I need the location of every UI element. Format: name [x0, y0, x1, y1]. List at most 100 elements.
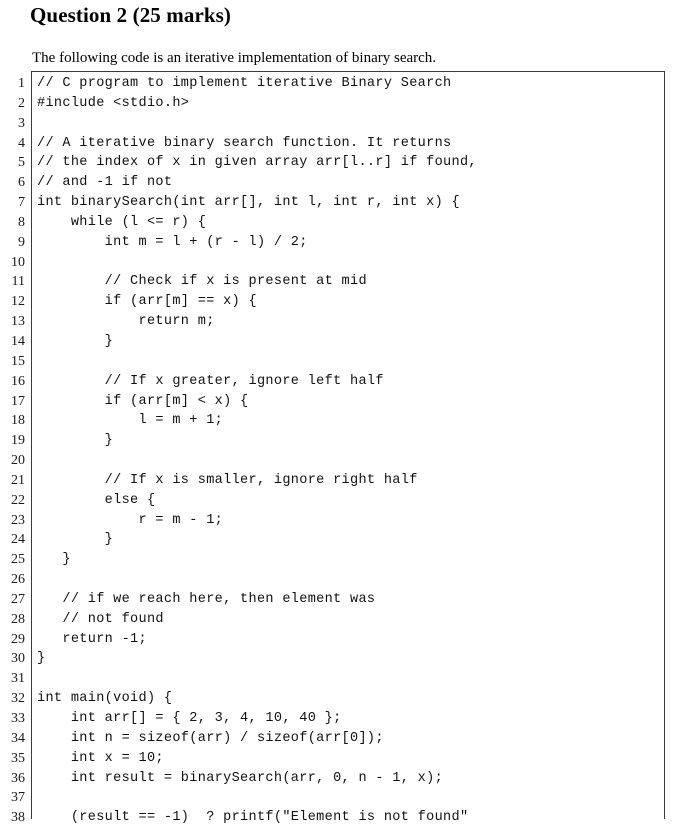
code-line-text: int x = 10; [37, 750, 164, 766]
code-line: 25 } [0, 550, 676, 570]
code-line: 21 // If x is smaller, ignore right half [0, 471, 676, 491]
code-line: 37 [0, 788, 676, 808]
code-line-number: 33 [11, 711, 25, 726]
code-line: 11 // Check if x is present at mid [0, 272, 676, 292]
code-line-number: 30 [11, 651, 25, 667]
code-line: 6 // and -1 if not [0, 173, 676, 193]
code-line-number: 3 [18, 115, 25, 131]
code-line-number: 21 [11, 472, 25, 488]
code-line: 13 return m; [0, 312, 676, 332]
code-line-number: 36 [11, 770, 25, 786]
code-line-number: 16 [11, 373, 25, 389]
code-line-number: 14 [11, 333, 25, 349]
code-line-text: } [37, 433, 114, 449]
code-line-number: 7 [18, 195, 25, 211]
code-line-number: 19 [11, 433, 25, 449]
code-line-number: 24 [11, 532, 25, 548]
code-line: 30} [0, 649, 676, 669]
code-line: 3 [0, 114, 676, 134]
code-line-text: (result == -1) ? printf("Element is not … [37, 810, 469, 826]
code-line: 22 else { [0, 491, 676, 511]
code-line-number: 4 [18, 135, 25, 151]
code-line-text: // Check if x is present at mid [37, 274, 367, 290]
code-line: 27 // if we reach here, then element was [0, 590, 676, 610]
code-listing: 1 // C program to implement iterative Bin… [0, 71, 676, 828]
code-line-number: 17 [11, 393, 25, 409]
code-line-number: 28 [11, 611, 25, 627]
code-line-text: } [37, 552, 71, 568]
code-line: 35 int x = 10; [0, 749, 676, 769]
code-line-text: // C program to implement iterative Bina… [37, 76, 452, 91]
code-line-text: } [37, 651, 46, 667]
code-line-text: int main(void) { [37, 691, 173, 707]
code-line-text: int n = sizeof(arr) / sizeof(arr[0]); [37, 730, 384, 746]
intro-paragraph: The following code is an iterative imple… [32, 50, 437, 66]
code-line: 31 [0, 669, 676, 689]
code-line-number: 9 [18, 234, 25, 250]
code-line-text: l = m + 1; [37, 413, 224, 429]
code-line-number: 34 [11, 730, 25, 746]
code-line-number: 18 [11, 413, 25, 429]
code-line-text: // if we reach here, then element was [37, 591, 376, 607]
code-line-text: } [37, 532, 114, 548]
code-line: 23 r = m - 1; [0, 511, 676, 531]
code-line: 24 } [0, 530, 676, 550]
code-line-number: 27 [11, 591, 25, 607]
code-line-text: // If x greater, ignore left half [37, 373, 384, 389]
code-line-number: 1 [18, 76, 25, 91]
code-line-text: // not found [37, 611, 164, 627]
code-line-number: 8 [18, 214, 25, 230]
code-line: 1 // C program to implement iterative Bin… [0, 74, 676, 94]
code-line-number: 25 [11, 552, 25, 568]
code-line-text: return m; [37, 314, 215, 330]
code-line: 7 int binarySearch(int arr[], int l, int … [0, 193, 676, 213]
code-line-text: if (arr[m] < x) { [37, 393, 249, 409]
code-line: 36 int result = binarySearch(arr, 0, n -… [0, 769, 676, 789]
code-line-number: 23 [11, 512, 25, 528]
code-line-number: 22 [11, 492, 25, 508]
code-line-number: 29 [11, 631, 25, 647]
code-line: 15 [0, 352, 676, 372]
page-title: Question 2 (25 marks) [30, 3, 232, 27]
document-page: Question 2 (25 marks) The following code… [0, 0, 676, 825]
code-line-number: 11 [11, 274, 25, 290]
code-line-text: int m = l + (r - l) / 2; [37, 234, 308, 250]
code-line: 29 return -1; [0, 630, 676, 650]
code-line: 26 [0, 570, 676, 590]
code-line-number: 2 [18, 95, 25, 111]
code-line-text: int arr[] = { 2, 3, 4, 10, 40 }; [37, 711, 342, 726]
code-line-text: if (arr[m] == x) { [37, 294, 257, 310]
code-line: 9 int m = l + (r - l) / 2; [0, 233, 676, 253]
code-line: 33 int arr[] = { 2, 3, 4, 10, 40 }; [0, 709, 676, 729]
code-line-number: 35 [11, 750, 25, 766]
code-line-number: 13 [11, 314, 25, 330]
code-line-text: // the index of x in given array arr[l..… [37, 155, 477, 171]
code-line: 5 // the index of x in given array arr[l.… [0, 153, 676, 173]
code-line: 16 // If x greater, ignore left half [0, 372, 676, 392]
code-line-number: 12 [11, 294, 25, 310]
code-line-text: } [37, 333, 114, 349]
code-line-text: int result = binarySearch(arr, 0, n - 1,… [37, 770, 444, 786]
code-line: 17 if (arr[m] < x) { [0, 392, 676, 412]
code-line-text: int binarySearch(int arr[], int l, int r… [37, 195, 460, 211]
code-line-text: // If x is smaller, ignore right half [37, 472, 418, 488]
code-line-number: 38 [11, 810, 25, 826]
code-line: 20 [0, 451, 676, 471]
code-line-text: // A iterative binary search function. I… [37, 135, 452, 151]
code-line: 10 [0, 253, 676, 273]
code-line-text: while (l <= r) { [37, 214, 207, 230]
code-line: 38 (result == -1) ? printf("Element is n… [0, 808, 676, 828]
code-line: 14 } [0, 332, 676, 352]
code-line: 18 l = m + 1; [0, 411, 676, 431]
code-line-text: #include <stdio.h> [37, 95, 190, 111]
code-line: 34 int n = sizeof(arr) / sizeof(arr[0]); [0, 729, 676, 749]
code-line: 28 // not found [0, 610, 676, 630]
code-line-number: 26 [11, 572, 25, 588]
code-listing-rows: 1 // C program to implement iterative Bin… [0, 71, 676, 828]
code-line-text: else { [37, 492, 156, 508]
code-line-text: // and -1 if not [37, 175, 173, 191]
code-line-number: 20 [11, 453, 25, 469]
code-line-number: 10 [11, 254, 25, 270]
code-line-number: 37 [11, 790, 25, 806]
code-line-text: return -1; [37, 631, 147, 647]
